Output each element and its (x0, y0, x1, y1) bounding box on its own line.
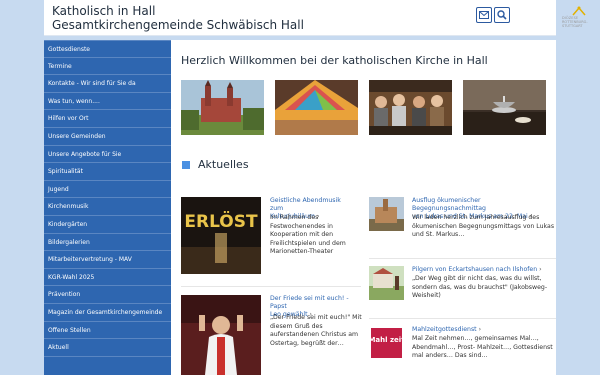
divider (369, 258, 556, 259)
sidebar-item-angebote[interactable]: Unsere Angebote für Sie (44, 146, 171, 164)
news-image-papst[interactable] (181, 295, 261, 375)
sidebar-item-kirchenmusik[interactable]: Kirchenmusik (44, 198, 171, 216)
chevron-right-icon: › (478, 326, 482, 333)
news-text-4: „Der Weg gibt dir nicht das, was du will… (412, 275, 556, 301)
news-text-3-line: Wir laden herzlich zum Jahresausflug des (412, 214, 540, 221)
sidebar-item-bildergalerien[interactable]: Bildergalerien (44, 234, 171, 252)
news-text-4-line: „Der Weg gibt dir nicht das, was du will… (412, 275, 542, 282)
photo-church[interactable] (181, 80, 264, 135)
mail-button[interactable] (476, 7, 492, 23)
sidebar-item-aktuell[interactable]: Aktuell (44, 339, 171, 357)
main-content: Herzlich Willkommen bei der katholischen… (171, 40, 556, 375)
news-text-5: Mal Zeit nehmen…, gemeinsames Mal…, Aben… (412, 335, 556, 361)
news-text-3-line: und St. Markus… (412, 231, 465, 238)
divider (181, 286, 361, 287)
page-title: Herzlich Willkommen bei der katholischen… (181, 54, 488, 67)
news-text-1-line: Freilichtspielen und dem (270, 239, 346, 247)
diocese-logo[interactable]: DIÖZESE ROTTENBURG-STUTTGART (562, 6, 598, 30)
news-text-5-line: mal anders… Das sind… (412, 352, 488, 359)
sidebar-item-mav[interactable]: Mitarbeitervertretung - MAV (44, 251, 171, 269)
sidebar-item-kontakte[interactable]: Kontakte - Wir sind für Sie da (44, 75, 171, 93)
news-image-erloest[interactable]: ERLÖST (181, 197, 261, 274)
mahlzeit-image-text: Mahl zeit (369, 336, 404, 344)
sidebar-nav: Gottesdienste Termine Kontakte - Wir sin… (44, 40, 171, 375)
news-title-5[interactable]: Mahlzeitgottesdienst › (412, 326, 556, 334)
sidebar-item-spiritualitaet[interactable]: Spiritualität (44, 163, 171, 181)
news-text-1-line: Im Rahmen des (270, 214, 319, 221)
divider (369, 318, 556, 319)
news-text-5-line: Mal Zeit nehmen…, gemeinsames Mal…, (412, 335, 539, 342)
mail-icon (479, 11, 489, 19)
site-title-line2[interactable]: Gesamtkirchengemeinde Schwäbisch Hall (52, 18, 304, 32)
sidebar-item-hilfen[interactable]: Hilfen vor Ort (44, 110, 171, 128)
news-text-1: Im Rahmen des Festwochenendes in Koopera… (270, 214, 360, 257)
news-text-1-line: Festwochenendes in (270, 222, 333, 230)
section-title-aktuelles: Aktuelles (198, 158, 249, 171)
sidebar-item-kindergaerten[interactable]: Kindergärten (44, 216, 171, 234)
sidebar-item-gemeinden[interactable]: Unsere Gemeinden (44, 128, 171, 146)
news-text-2-line: Ostertag, begrüßt der… (270, 339, 344, 347)
photo-group[interactable] (369, 80, 452, 135)
sidebar-item-stellen[interactable]: Offene Stellen (44, 322, 171, 340)
news-text-1-line: Marionetten-Theater (270, 248, 334, 255)
photo-chalice[interactable] (463, 80, 546, 135)
news-text-2-line: diesem Gruß des (270, 322, 323, 330)
news-title-4-line1: Pilgern von Eckartshausen nach Ilshofen (412, 266, 538, 273)
news-text-2: „Der Friede sei mit euch!" Mit diesem Gr… (270, 314, 362, 348)
news-title-1-line1: Geistliche Abendmusik zum (270, 197, 341, 212)
diocese-logo-icon (572, 6, 586, 16)
logo-text-2: ROTTENBURG-STUTTGART (562, 20, 588, 28)
news-title-3-line1: Ausflug ökumenischer Begegnungsnachmitta… (412, 197, 486, 212)
sidebar-item-termine[interactable]: Termine (44, 58, 171, 76)
sidebar-item-kgr-wahl[interactable]: KGR-Wahl 2025 (44, 269, 171, 287)
sidebar-item-magazin[interactable]: Magazin der Gesamtkirchengemeinde (44, 304, 171, 322)
chevron-right-icon: › (539, 266, 542, 273)
sidebar-item-jugend[interactable]: Jugend (44, 181, 171, 199)
site-title-line1[interactable]: Katholisch in Hall (52, 4, 155, 18)
news-title-2-line1: Der Friede sei mit euch! - Papst (270, 295, 349, 310)
news-text-4-line: Weisheit) (412, 292, 441, 299)
news-text-5-line: Abendmahl…, Prost- Mahlzeit…, Gottesdien… (412, 343, 553, 351)
news-image-ausflug[interactable] (369, 197, 404, 231)
news-text-1-line: Kooperation mit den (270, 231, 334, 238)
search-button[interactable] (494, 7, 510, 23)
news-image-pilgern[interactable] (369, 266, 404, 300)
news-text-2-line: auferstandenen Christus am (270, 331, 359, 338)
news-text-4-line: sondern das, was du brauchst" (Jakobsweg… (412, 283, 548, 291)
section-marker (182, 161, 190, 169)
sidebar-item-gottesdienste[interactable]: Gottesdienste (44, 40, 171, 58)
news-text-2-line: „Der Friede sei mit euch!" Mit (270, 314, 362, 321)
site-header: Katholisch in Hall Gesamtkirchengemeinde… (44, 0, 588, 36)
news-text-3: Wir laden herzlich zum Jahresausflug des… (412, 214, 556, 240)
news-image-mahlzeit[interactable]: Mahl zeit (369, 326, 404, 360)
erloest-image-text: ERLÖST (184, 210, 258, 232)
sidebar-item-praevention[interactable]: Prävention (44, 286, 171, 304)
news-title-4[interactable]: Pilgern von Eckartshausen nach Ilshofen … (412, 266, 556, 274)
sidebar-item-was-tun[interactable]: Was tun, wenn.... (44, 93, 171, 111)
search-icon (497, 10, 507, 20)
news-text-3-line: ökumenischen Begegnungsmittags von Lukas (412, 222, 555, 230)
news-title-5-line1: Mahlzeitgottesdienst (412, 326, 477, 333)
photo-tent[interactable] (275, 80, 358, 135)
